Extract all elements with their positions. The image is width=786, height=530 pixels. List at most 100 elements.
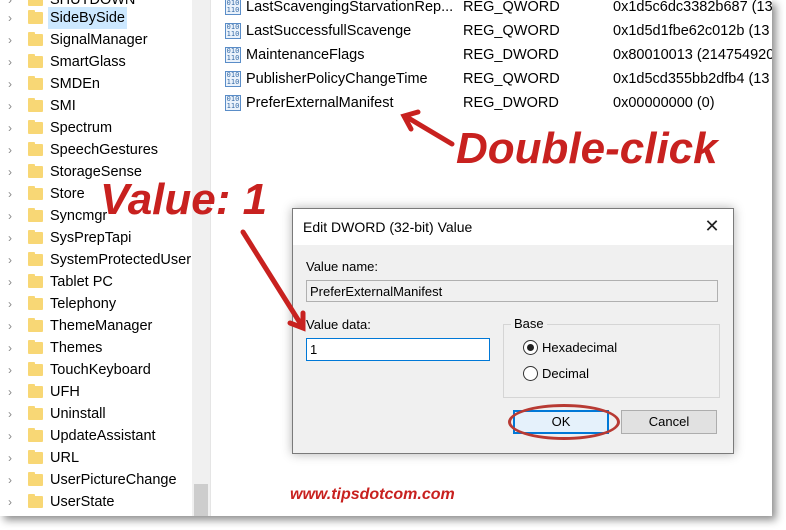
tree-item-label: SystemProtectedUser [50, 252, 192, 268]
chevron-right-icon[interactable]: › [8, 205, 18, 227]
value-data: 0x1d5c6dc3382b687 (13 [613, 0, 772, 15]
folder-icon [28, 472, 43, 486]
tree-item[interactable]: › Spectrum [0, 117, 192, 139]
chevron-right-icon[interactable]: › [8, 425, 18, 447]
tree-item[interactable]: › SystemProtectedUser [0, 249, 192, 271]
tree-item-label: SMDEn [50, 76, 100, 92]
chevron-right-icon[interactable]: › [8, 161, 18, 183]
value-hint-annotation: Value: 1 [100, 175, 268, 224]
chevron-right-icon[interactable]: › [8, 447, 18, 469]
chevron-right-icon[interactable]: › [8, 227, 18, 249]
chevron-right-icon[interactable]: › [8, 469, 18, 491]
tree-item-label: TouchKeyboard [50, 362, 151, 378]
close-icon[interactable]: ✕ [701, 215, 723, 237]
tree-item[interactable]: › SMI [0, 95, 192, 117]
tree-item[interactable]: › Uninstall [0, 403, 192, 425]
chevron-right-icon[interactable]: › [8, 315, 18, 337]
tree-item-selected[interactable]: › SideBySide [0, 7, 192, 29]
value-row[interactable]: 010 110 LastScavengingStarvationRep... REG_… [218, 0, 772, 19]
screenshot-frame: › SHUTDOWN › SideBySide › SignalManager › Sm… [0, 0, 772, 516]
folder-icon [28, 98, 43, 112]
folder-icon [28, 252, 43, 266]
tree-item[interactable]: › ThemeManager [0, 315, 192, 337]
value-type: REG_QWORD [463, 71, 560, 87]
ok-highlight-ellipse [508, 404, 620, 440]
tree-item-label: SpeechGestures [50, 142, 159, 158]
folder-icon [28, 54, 43, 68]
tree-item-label: UserState [50, 494, 115, 510]
value-data: 0x1d5d1fbe62c012b (13 [613, 23, 770, 39]
tree-item-label: URL [50, 450, 80, 466]
tree-item[interactable]: › SignalManager [0, 29, 192, 51]
chevron-right-icon[interactable]: › [8, 73, 18, 95]
value-type: REG_DWORD [463, 47, 559, 63]
tree-item[interactable]: › Themes [0, 337, 192, 359]
chevron-right-icon[interactable]: › [8, 491, 18, 513]
chevron-right-icon[interactable]: › [8, 183, 18, 205]
tree-item[interactable]: › SmartGlass [0, 51, 192, 73]
decimal-label[interactable]: Decimal [542, 366, 589, 381]
value-data-input[interactable] [306, 338, 490, 361]
chevron-right-icon[interactable]: › [8, 139, 18, 161]
binary-value-icon: 010 110 [225, 47, 241, 63]
tree-item-label: Uninstall [50, 406, 106, 422]
tree-item[interactable]: › URL [0, 447, 192, 469]
value-type: REG_QWORD [463, 0, 560, 15]
chevron-right-icon[interactable]: › [8, 51, 18, 73]
value-name-field: PreferExternalManifest [306, 280, 718, 302]
folder-icon [28, 362, 43, 376]
chevron-right-icon[interactable]: › [8, 271, 18, 293]
chevron-right-icon[interactable]: › [8, 117, 18, 139]
website-watermark: www.tipsdotcom.com [290, 486, 455, 503]
tree-item[interactable]: › Tablet PC [0, 271, 192, 293]
tree-item-label: SmartGlass [50, 54, 126, 70]
value-data: 0x1d5cd355bb2dfb4 (13 [613, 71, 770, 87]
tree-item[interactable]: › SpeechGestures [0, 139, 192, 161]
chevron-right-icon[interactable]: › [8, 249, 18, 271]
tree-item[interactable]: › Telephony [0, 293, 192, 315]
binary-value-icon: 010 110 [225, 0, 241, 15]
dialog-titlebar: Edit DWORD (32-bit) Value ✕ [293, 209, 733, 245]
chevron-right-icon[interactable]: › [8, 337, 18, 359]
tree-item-label: Telephony [50, 296, 117, 312]
scrollbar-thumb[interactable] [194, 484, 208, 516]
cancel-button[interactable]: Cancel [621, 410, 717, 434]
hexadecimal-radio[interactable] [523, 340, 538, 355]
hexadecimal-label[interactable]: Hexadecimal [542, 340, 617, 355]
value-row[interactable]: 010 110 LastSuccessfullScavenge REG_QWORD 0x… [218, 19, 772, 43]
chevron-right-icon[interactable]: › [8, 293, 18, 315]
value-row[interactable]: 010 110 PublisherPolicyChangeTime REG_QWORD… [218, 67, 772, 91]
value-name: PreferExternalManifest [246, 95, 394, 111]
chevron-right-icon[interactable]: › [8, 95, 18, 117]
tree-item[interactable]: › SysPrepTapi [0, 227, 192, 249]
tree-item[interactable]: › UpdateAssistant [0, 425, 192, 447]
tree-item[interactable]: › TouchKeyboard [0, 359, 192, 381]
value-name: MaintenanceFlags [246, 47, 365, 63]
tree-item-label: SideBySide [48, 7, 127, 29]
tree-item-label: SignalManager [50, 32, 148, 48]
tree-item-label: Spectrum [50, 120, 113, 136]
tree-scrollbar[interactable] [192, 0, 210, 516]
chevron-right-icon[interactable]: › [8, 29, 18, 51]
chevron-right-icon[interactable]: › [8, 359, 18, 381]
decimal-radio[interactable] [523, 366, 538, 381]
value-row[interactable]: 010 110 MaintenanceFlags REG_DWORD 0x8001001… [218, 43, 772, 67]
chevron-right-icon[interactable]: › [8, 7, 18, 29]
tree-item[interactable]: › UFH [0, 381, 192, 403]
tree-item-label: UpdateAssistant [50, 428, 156, 444]
chevron-right-icon[interactable]: › [8, 403, 18, 425]
value-data: 0x00000000 (0) [613, 95, 715, 111]
tree-item[interactable]: › SMDEn [0, 73, 192, 95]
chevron-right-icon[interactable]: › [8, 381, 18, 403]
value-type: REG_DWORD [463, 95, 559, 111]
value-row-prefer-external-manifest[interactable]: 010 110 PreferExternalManifest REG_DWORD 0x0… [218, 91, 772, 115]
folder-icon [28, 10, 43, 24]
tree-item[interactable]: › UserPictureChange [0, 469, 192, 491]
value-name-label: Value name: [306, 259, 379, 274]
tree-item[interactable]: › UserState [0, 491, 192, 513]
binary-value-icon: 010 110 [225, 23, 241, 39]
folder-icon [28, 406, 43, 420]
base-groupbox [503, 324, 720, 398]
value-type: REG_QWORD [463, 23, 560, 39]
tree-item-label: SMI [50, 98, 76, 114]
